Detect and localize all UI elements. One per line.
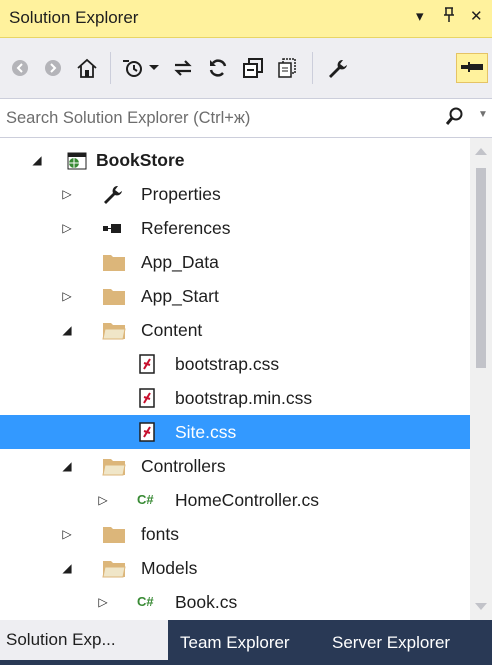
css-file-icon: [138, 388, 160, 408]
collapsed-arrow-icon[interactable]: ▷: [60, 525, 74, 543]
expanded-arrow-icon[interactable]: ◢: [60, 457, 74, 475]
tree-item-label: bootstrap.css: [175, 354, 280, 374]
chevron-down-icon[interactable]: [144, 53, 164, 83]
scroll-up-arrow-icon[interactable]: [475, 148, 487, 155]
expanded-arrow-icon[interactable]: ◢: [60, 559, 74, 577]
forward-icon[interactable]: [38, 53, 68, 83]
collapsed-arrow-icon[interactable]: ▷: [60, 185, 74, 203]
tree-item-app-data[interactable]: App_Data: [0, 245, 470, 279]
home-icon[interactable]: [72, 53, 102, 83]
tree-item-label: Properties: [141, 184, 221, 204]
search-box: ▼: [0, 98, 492, 138]
open-folder-icon: [102, 320, 126, 340]
properties-wrench-icon[interactable]: [322, 53, 352, 83]
pin-icon[interactable]: [443, 7, 455, 29]
tree-item-label: bootstrap.min.css: [175, 388, 313, 408]
tree-item-label: Content: [141, 320, 203, 340]
css-file-icon: [138, 354, 160, 374]
csharp-file-icon: C#: [137, 594, 154, 609]
refresh-icon[interactable]: [203, 53, 233, 83]
tree-item-label: References: [141, 218, 231, 238]
tree-item-fonts[interactable]: ▷ fonts: [0, 517, 470, 551]
vertical-scrollbar[interactable]: [470, 138, 492, 620]
folder-icon: [102, 524, 125, 544]
tree-item-bootstrap-min-css[interactable]: bootstrap.min.css: [0, 381, 470, 415]
search-input[interactable]: [6, 105, 426, 131]
solution-tree: ◢ BookStore ▷ Properties ▷ References Ap…: [0, 138, 470, 620]
toolbar-separator: [110, 52, 111, 84]
tree-item-references[interactable]: ▷ References: [0, 211, 470, 245]
tree-item-bootstrap-css[interactable]: bootstrap.css: [0, 347, 470, 381]
tree-item-app-start[interactable]: ▷ App_Start: [0, 279, 470, 313]
tree-item-book-cs[interactable]: ▷ C# Book.cs: [0, 585, 470, 619]
sync-icon[interactable]: [168, 53, 198, 83]
open-folder-icon: [102, 456, 126, 476]
tree-item-bookstore[interactable]: ◢ BookStore: [0, 143, 470, 177]
csharp-file-icon: C#: [137, 492, 154, 507]
toolbar-separator: [312, 52, 313, 84]
tree-item-homecontroller-cs[interactable]: ▷ C# HomeController.cs: [0, 483, 470, 517]
references-icon: [102, 218, 124, 238]
tree-item-label: Book.cs: [175, 592, 238, 612]
tool-window-tab-strip: Solution Exp... Team Explorer Server Exp…: [0, 620, 492, 665]
panel-title: Solution Explorer: [9, 8, 139, 27]
collapsed-arrow-icon[interactable]: ▷: [96, 491, 110, 509]
tree-item-label: Site.css: [175, 422, 237, 442]
collapsed-arrow-icon[interactable]: ▷: [60, 287, 74, 305]
tree-item-label: App_Start: [141, 286, 219, 306]
tree-item-controllers[interactable]: ◢ Controllers: [0, 449, 470, 483]
tree-item-label: App_Data: [141, 252, 219, 272]
search-options-dropdown-icon[interactable]: ▼: [478, 109, 488, 120]
tree-item-content[interactable]: ◢ Content: [0, 313, 470, 347]
folder-icon: [102, 252, 125, 272]
wrench-icon: [102, 184, 124, 204]
panel-title-bar: Solution Explorer ▾ ✕: [0, 0, 492, 38]
css-file-icon: [138, 422, 160, 442]
preview-selected-items-icon[interactable]: [456, 53, 488, 83]
back-icon[interactable]: [5, 53, 35, 83]
tab-team-explorer[interactable]: Team Explorer: [180, 620, 290, 665]
scroll-down-arrow-icon[interactable]: [475, 603, 487, 610]
tree-item-label: BookStore: [96, 150, 185, 170]
web-project-icon: [66, 150, 88, 170]
tree-item-properties[interactable]: ▷ Properties: [0, 177, 470, 211]
expanded-arrow-icon[interactable]: ◢: [30, 151, 44, 169]
scrollbar-thumb[interactable]: [476, 168, 486, 368]
open-folder-icon: [102, 558, 126, 578]
tab-solution-explorer[interactable]: Solution Exp...: [0, 620, 168, 660]
search-icon[interactable]: [445, 107, 464, 132]
toolbar: [0, 38, 492, 96]
collapsed-arrow-icon[interactable]: ▷: [60, 219, 74, 237]
tree-item-label: fonts: [141, 524, 179, 544]
window-position-dropdown-icon[interactable]: ▾: [416, 7, 424, 27]
tree-item-label: Models: [141, 558, 198, 578]
folder-icon: [102, 286, 125, 306]
tree-item-label: Controllers: [141, 456, 226, 476]
tree-item-site-css[interactable]: Site.css: [0, 415, 470, 449]
expanded-arrow-icon[interactable]: ◢: [60, 321, 74, 339]
collapse-all-icon[interactable]: [238, 53, 268, 83]
close-icon[interactable]: ✕: [470, 7, 483, 27]
tab-server-explorer[interactable]: Server Explorer: [332, 620, 450, 665]
tree-item-label: HomeController.cs: [175, 490, 319, 510]
tree-item-models[interactable]: ◢ Models: [0, 551, 470, 585]
show-all-files-icon[interactable]: [272, 53, 302, 83]
collapsed-arrow-icon[interactable]: ▷: [96, 593, 110, 611]
